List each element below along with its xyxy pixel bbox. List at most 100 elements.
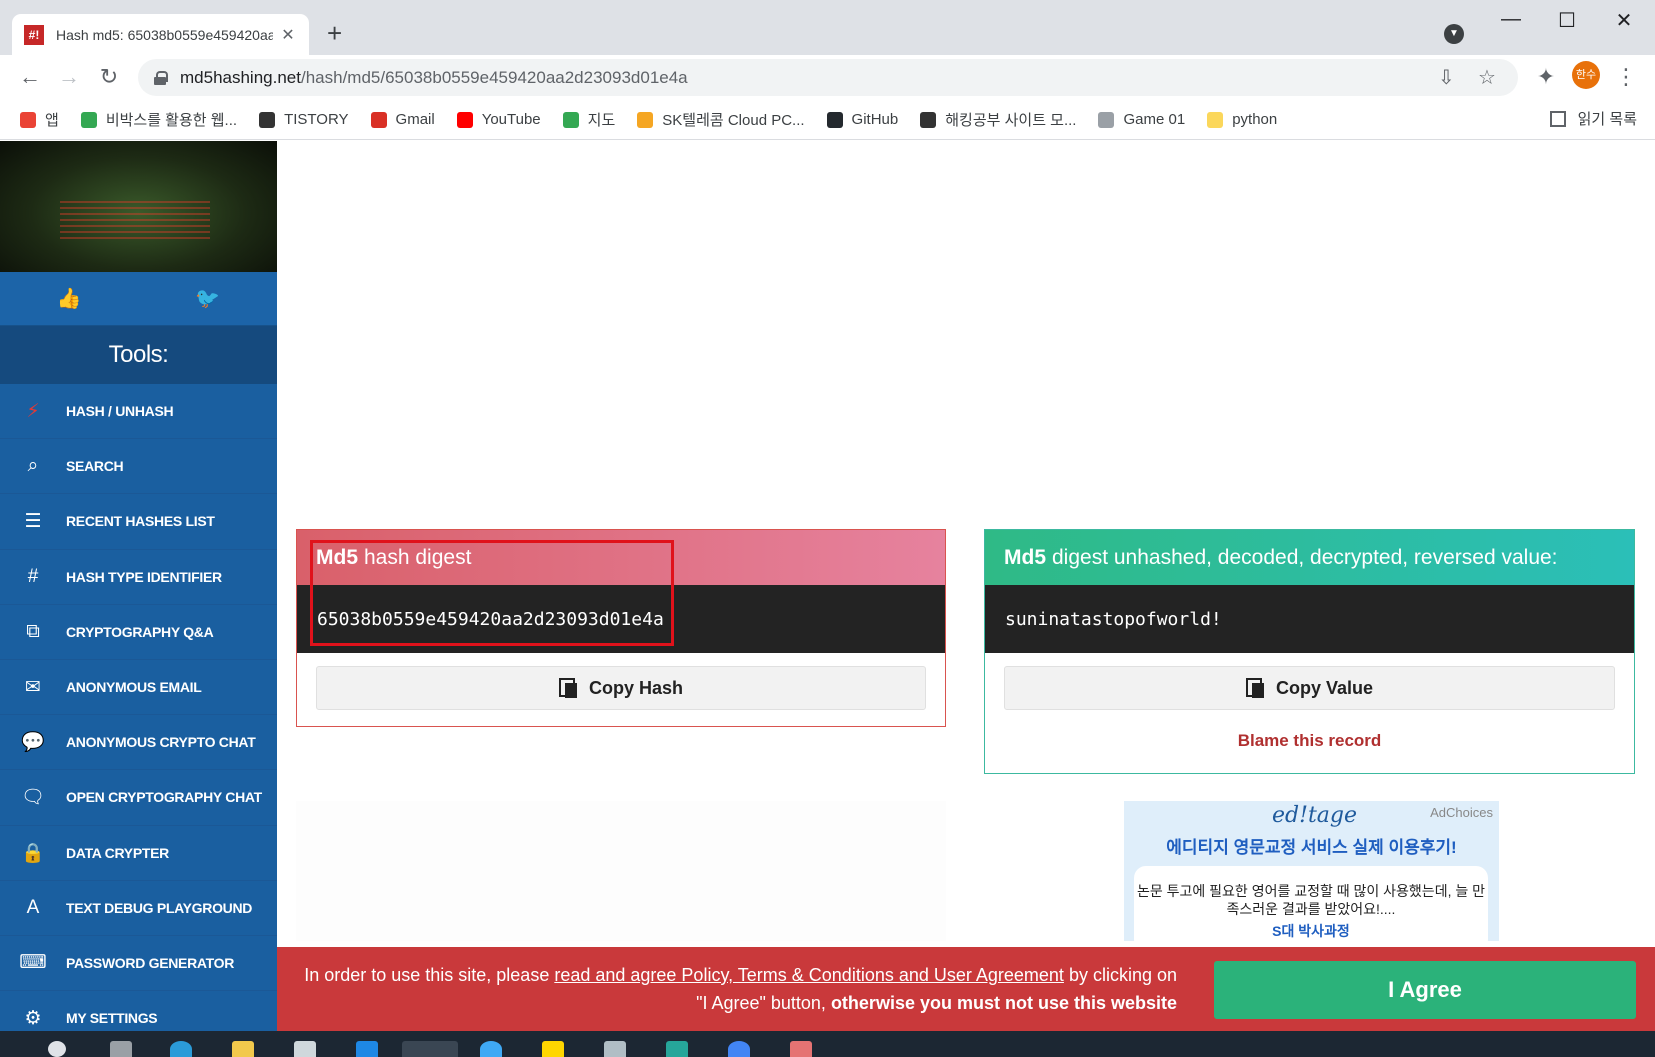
sticky-notes-icon[interactable]: [542, 1041, 564, 1057]
sidebar-item[interactable]: ✉ Anonymous Email: [0, 660, 277, 716]
ie-icon[interactable]: [480, 1041, 502, 1057]
bookmark-icon: [920, 111, 937, 128]
bookmark-item[interactable]: Gmail: [370, 111, 435, 128]
adchoices-label[interactable]: AdChoices: [1430, 805, 1493, 820]
bookmark-label: Game 01: [1123, 111, 1186, 128]
policy-link[interactable]: read and agree Policy, Terms & Condition…: [554, 965, 1064, 985]
sidebar-item-label: Search: [66, 458, 124, 475]
tab-close-icon[interactable]: ✕: [279, 25, 297, 45]
install-app-icon[interactable]: ⇩: [1438, 65, 1455, 90]
bookmark-icon: [562, 111, 579, 128]
bookmark-label: 비박스를 활용한 웹...: [105, 112, 238, 129]
sidebar-item-icon: ⌕: [27, 455, 39, 477]
bookmark-label: python: [1232, 111, 1278, 128]
app-icon[interactable]: [666, 1041, 688, 1057]
sidebar-item[interactable]: 🔒 Data Crypter: [0, 826, 277, 881]
store-icon[interactable]: [294, 1041, 316, 1057]
sidebar-item[interactable]: ⚡ Hash / Unhash: [0, 384, 277, 440]
bookmark-label: GitHub: [851, 111, 899, 128]
tab-title: Hash md5: 65038b0559e459420aa2d23093d01e…: [56, 26, 273, 43]
value-card-title: digest unhashed, decoded, decrypted, rev…: [1052, 545, 1558, 569]
bookmark-item[interactable]: Game 01: [1098, 111, 1185, 128]
tab-search-chevron-icon[interactable]: ▼: [1444, 24, 1464, 44]
extensions-puzzle-icon[interactable]: ✦: [1532, 63, 1560, 91]
app-icon-2[interactable]: [790, 1041, 812, 1057]
page-content: 👍 🐦 Tools: ⚡ Hash / Unhash ⌕ Search ☰ Recent …: [0, 141, 1655, 1047]
url-host: md5hashing.net: [180, 67, 301, 87]
chrome-icon[interactable]: [728, 1041, 750, 1057]
address-bar[interactable]: md5hashing.net/hash/md5/65038b0559e45942…: [138, 59, 1518, 96]
copy-hash-button[interactable]: Copy Hash: [316, 666, 926, 710]
hash-value[interactable]: 65038b0559e459420aa2d23093d01e4a: [297, 585, 945, 653]
profile-avatar[interactable]: 한수: [1572, 61, 1600, 89]
bookmark-icon: [826, 111, 843, 128]
sidebar-item-icon: ⌨: [19, 952, 47, 974]
browser-tab[interactable]: #! Hash md5: 65038b0559e459420aa2d23093d…: [12, 14, 309, 55]
sidebar-item-icon: 🔒: [21, 842, 45, 864]
sidebar-item[interactable]: ☰ Recent hashes list: [0, 494, 277, 550]
bookmark-icon: [1207, 111, 1224, 128]
sidebar-item[interactable]: A Text debug playground: [0, 881, 277, 936]
copy-value-button[interactable]: Copy Value: [1004, 666, 1615, 710]
decrypted-value[interactable]: suninatastopofworld!: [985, 585, 1634, 653]
bookmark-item[interactable]: TISTORY: [259, 111, 349, 128]
lock-icon[interactable]: [154, 70, 168, 85]
sidebar-item-label: Data Crypter: [66, 844, 169, 861]
sidebar-item-icon: ✉: [25, 676, 41, 698]
sidebar-item[interactable]: 💬 Anonymous Crypto Chat: [0, 715, 277, 771]
edge-icon[interactable]: [170, 1041, 192, 1057]
minimize-icon[interactable]: —: [1484, 8, 1538, 31]
bookmark-label: 지도: [587, 112, 616, 129]
bookmark-icon: [1098, 111, 1115, 128]
twitter-icon[interactable]: 🐦: [139, 272, 278, 325]
task-view-icon[interactable]: [110, 1041, 132, 1057]
bookmark-item[interactable]: 비박스를 활용한 웹...: [80, 109, 238, 130]
url-path: /hash/md5/65038b0559e459420aa2d23093d01e…: [300, 67, 688, 87]
bookmark-item[interactable]: SK텔레콤 Cloud PC...: [637, 109, 805, 130]
i-agree-button[interactable]: I Agree: [1214, 961, 1636, 1019]
consent-text: In order to use this site, please read a…: [297, 961, 1177, 1017]
sidebar-item-icon: ⧉: [26, 620, 40, 642]
advertisement[interactable]: ed!tage AdChoices 에디티지 영문교정 서비스 실제 이용후기!…: [1124, 801, 1499, 941]
bookmark-star-icon[interactable]: ☆: [1478, 65, 1496, 90]
ad-brand-logo: ed!tage: [1272, 803, 1358, 828]
browser-toolbar: ← → ↻ md5hashing.net/hash/md5/65038b0559…: [0, 55, 1655, 100]
close-window-icon[interactable]: ✕: [1597, 8, 1651, 33]
thumbs-up-icon[interactable]: 👍: [0, 272, 139, 325]
maximize-icon[interactable]: ☐: [1540, 8, 1594, 33]
bookmarks-bar: 앱 비박스를 활용한 웹... TISTORY Gmail YouTube 지도 SK텔레콤…: [0, 100, 1655, 140]
sidebar-item[interactable]: ⧉ Cryptography Q&A: [0, 605, 277, 660]
bookmark-item[interactable]: python: [1207, 111, 1277, 128]
reading-list-button[interactable]: 읽기 목록: [1549, 108, 1637, 129]
sidebar-item-label: Recent hashes list: [66, 513, 215, 530]
blame-record-link[interactable]: Blame this record: [985, 731, 1634, 751]
sidebar-item-icon: ☰: [24, 510, 42, 532]
hash-algo-label: Md5: [316, 545, 358, 569]
bookmark-label: SK텔레콤 Cloud PC...: [662, 112, 805, 129]
new-tab-plus-icon[interactable]: +: [327, 19, 342, 47]
bookmark-label: YouTube: [481, 111, 541, 128]
sidebar-item-icon: 🗨: [20, 787, 46, 809]
chrome-taskbar-active[interactable]: [402, 1041, 458, 1057]
sidebar-item[interactable]: ⌨ Password Generator: [0, 936, 277, 992]
menu-kebab-icon[interactable]: ⋮: [1612, 63, 1640, 91]
mail-icon[interactable]: [356, 1041, 378, 1057]
reload-icon[interactable]: ↻: [95, 63, 123, 91]
forward-arrow-icon[interactable]: →: [55, 63, 83, 91]
bookmark-item[interactable]: 해킹공부 사이트 모...: [920, 109, 1076, 130]
bookmark-item[interactable]: 지도: [562, 109, 616, 130]
bookmark-item[interactable]: YouTube: [456, 111, 541, 128]
sidebar-item-icon: ⚡: [26, 400, 40, 422]
sidebar-item-icon: ⚙: [24, 1007, 42, 1029]
sidebar-item[interactable]: # Hash type identifier: [0, 550, 277, 605]
back-arrow-icon[interactable]: ←: [16, 63, 44, 91]
tools-heading: Tools:: [0, 326, 277, 384]
notepad-icon[interactable]: [604, 1041, 626, 1057]
search-icon[interactable]: [48, 1041, 66, 1057]
bookmark-item[interactable]: 앱: [20, 109, 59, 130]
sidebar-item[interactable]: 🗨 Open Cryptography Chat: [0, 770, 277, 826]
sidebar-item[interactable]: ⌕ Search: [0, 439, 277, 495]
bookmark-item[interactable]: GitHub: [826, 111, 899, 128]
file-explorer-icon[interactable]: [232, 1041, 254, 1057]
sidebar-item-label: Hash / Unhash: [66, 403, 174, 420]
